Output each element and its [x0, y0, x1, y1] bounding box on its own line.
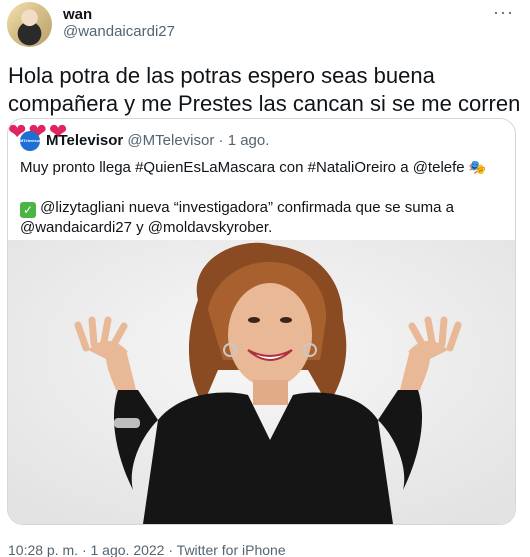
author-display-name[interactable]: wan [63, 6, 92, 23]
quote-date[interactable]: 1 ago. [228, 132, 270, 149]
quote-author-name[interactable]: MTelevisor [46, 132, 123, 149]
quote-line-1: Muy pronto llega #QuienEsLaMascara con #… [20, 157, 510, 178]
theater-masks-icon: 🎭 [468, 159, 487, 175]
quote-line-2-text: @lizytagliani nueva “investigadora” conf… [20, 199, 454, 236]
author-avatar[interactable] [7, 2, 52, 47]
quoted-tweet[interactable]: MTelevisor MTelevisor @MTelevisor · 1 ag… [7, 118, 516, 525]
quote-line-2: ✓ @lizytagliani nueva “investigadora” co… [20, 198, 510, 238]
author-handle[interactable]: @wandaicardi27 [63, 23, 175, 40]
quote-header: MTelevisor @MTelevisor · 1 ago. [46, 132, 269, 149]
tweet-source[interactable]: Twitter for iPhone [177, 542, 286, 557]
quote-author-handle[interactable]: @MTelevisor [127, 132, 214, 149]
tweet-body: Hola potra de las potras espero seas bue… [8, 63, 521, 116]
tweet-date[interactable]: 1 ago. 2022 [91, 542, 165, 557]
check-mark-icon: ✓ [20, 202, 36, 218]
quote-avatar[interactable]: MTelevisor [20, 131, 41, 151]
quote-text: Muy pronto llega #QuienEsLaMascara con #… [20, 157, 510, 238]
tweet-footer: 10:28 p. m. · 1 ago. 2022 · Twitter for … [8, 542, 286, 557]
quote-separator: · [218, 132, 224, 149]
more-options-icon[interactable]: ··· [493, 2, 514, 23]
footer-separator: · [81, 542, 87, 557]
quote-line-1-text: Muy pronto llega #QuienEsLaMascara con #… [20, 159, 465, 176]
person-photo-illustration [8, 240, 515, 524]
quote-photo[interactable] [8, 240, 515, 524]
tweet-time[interactable]: 10:28 p. m. [8, 542, 78, 557]
footer-separator: · [168, 542, 174, 557]
